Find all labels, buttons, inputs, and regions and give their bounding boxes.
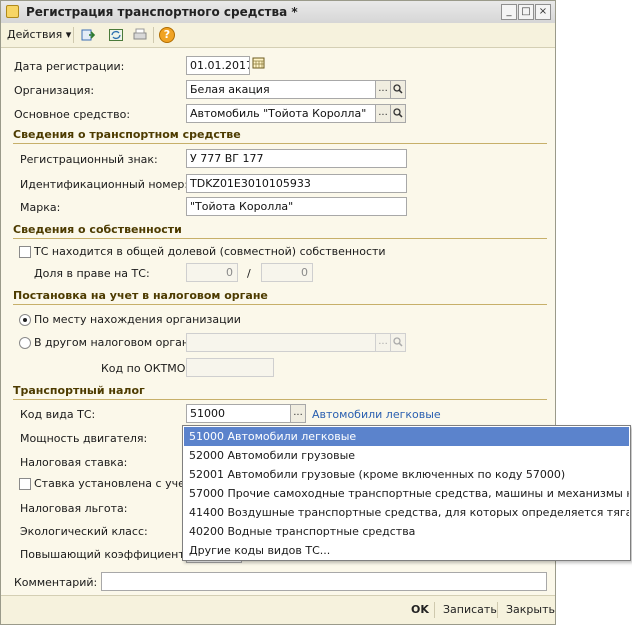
oktmo-input[interactable]: [186, 358, 274, 377]
refresh-icon[interactable]: [108, 27, 124, 43]
fixed-asset-input[interactable]: Автомобиль "Тойота Королла": [186, 104, 376, 123]
organization-input[interactable]: Белая акация: [186, 80, 376, 99]
transport-tax-section-header: Транспортный налог: [13, 384, 547, 400]
vehicle-code-select-button[interactable]: ...: [290, 404, 306, 423]
comment-input[interactable]: [101, 572, 547, 591]
organization-label: Организация:: [14, 84, 95, 97]
engine-power-label: Мощность двигателя:: [20, 432, 148, 445]
button-divider: [434, 602, 435, 618]
vehicle-section-title: Сведения о транспортном средстве: [13, 128, 241, 141]
section-divider: [13, 399, 547, 400]
title-bar: Регистрация транспортного средства * _ □…: [1, 1, 555, 24]
radio-org-location[interactable]: [19, 314, 31, 326]
vin-label: Идентификационный номер:: [20, 178, 189, 191]
button-divider: [497, 602, 498, 618]
help-icon[interactable]: ?: [159, 27, 175, 43]
share-separator: /: [247, 267, 251, 280]
tax-rate-label: Налоговая ставка:: [20, 456, 128, 469]
window-title: Регистрация транспортного средства *: [26, 5, 298, 19]
vehicle-code-label: Код вида ТС:: [20, 408, 96, 421]
actions-menu[interactable]: Действия ▾: [7, 28, 71, 41]
form-icon: [6, 5, 19, 18]
shared-ownership-label: ТС находится в общей долевой (совместной…: [34, 245, 386, 258]
fixed-asset-search-icon[interactable]: [390, 104, 406, 123]
dropdown-item[interactable]: 41400 Воздушные транспортные средства, д…: [184, 503, 629, 522]
ok-button[interactable]: OK: [411, 603, 429, 616]
radio-org-location-label: По месту нахождения организации: [34, 313, 241, 326]
vehicle-code-dropdown: 51000 Автомобили легковые 52000 Автомоби…: [182, 425, 631, 561]
rate-checkbox-label: Ставка установлена с учетом: [34, 477, 207, 490]
oktmo-label: Код по ОКТМО:: [101, 362, 190, 375]
dropdown-item[interactable]: Другие коды видов ТС...: [184, 541, 629, 560]
shared-ownership-checkbox[interactable]: [19, 246, 31, 258]
reg-date-input[interactable]: 01.01.2017: [186, 56, 250, 75]
ownership-section-title: Сведения о собственности: [13, 223, 182, 236]
dropdown-item[interactable]: 51000 Автомобили легковые: [184, 427, 629, 446]
actions-menu-label: Действия: [7, 28, 63, 41]
vehicle-code-link[interactable]: Автомобили легковые: [312, 408, 441, 421]
vin-input[interactable]: TDKZ01E3010105933: [186, 174, 407, 193]
tax-benefit-label: Налоговая льгота:: [20, 502, 128, 515]
save-and-close-icon[interactable]: [80, 27, 96, 43]
maximize-button[interactable]: □: [518, 4, 534, 20]
vehicle-code-input[interactable]: 51000: [186, 404, 291, 423]
rate-checkbox[interactable]: [19, 478, 31, 490]
brand-input[interactable]: "Тойота Королла": [186, 197, 407, 216]
tax-office-section-title: Постановка на учет в налоговом органе: [13, 289, 268, 302]
brand-label: Марка:: [20, 201, 61, 214]
share-label: Доля в праве на ТС:: [34, 267, 150, 280]
transport-tax-section-title: Транспортный налог: [13, 384, 145, 397]
vehicle-section-header: Сведения о транспортном средстве: [13, 128, 547, 144]
organization-select-button[interactable]: ...: [375, 80, 391, 99]
other-office-select-button[interactable]: ...: [375, 333, 391, 352]
comment-label: Комментарий:: [14, 576, 98, 589]
radio-other-office-label: В другом налоговом органе:: [34, 336, 200, 349]
ownership-section-header: Сведения о собственности: [13, 223, 547, 239]
fixed-asset-label: Основное средство:: [14, 108, 131, 121]
dropdown-item[interactable]: 40200 Водные транспортные средства: [184, 522, 629, 541]
share-numerator-input[interactable]: 0: [186, 263, 238, 282]
save-button[interactable]: Записать: [443, 603, 497, 616]
toolbar: Действия ▾ ?: [1, 23, 555, 48]
share-denominator-input[interactable]: 0: [261, 263, 313, 282]
other-office-search-icon[interactable]: [390, 333, 406, 352]
bottom-button-bar: OK Записать Закрыть: [1, 595, 555, 624]
section-divider: [13, 304, 547, 305]
reg-sign-input[interactable]: У 777 ВГ 177: [186, 149, 407, 168]
minimize-button[interactable]: _: [501, 4, 517, 20]
print-icon[interactable]: [132, 27, 148, 43]
dropdown-item[interactable]: 57000 Прочие самоходные транспортные сре…: [184, 484, 629, 503]
toolbar-divider: [73, 27, 74, 43]
reg-date-label: Дата регистрации:: [14, 60, 125, 73]
calendar-icon[interactable]: [250, 56, 266, 75]
tax-office-section-header: Постановка на учет в налоговом органе: [13, 289, 547, 305]
organization-search-icon[interactable]: [390, 80, 406, 99]
fixed-asset-select-button[interactable]: ...: [375, 104, 391, 123]
section-divider: [13, 238, 547, 239]
chevron-down-icon: ▾: [65, 28, 72, 41]
multiplier-label: Повышающий коэффициент:: [20, 548, 189, 561]
section-divider: [13, 143, 547, 144]
close-button[interactable]: Закрыть: [506, 603, 555, 616]
close-window-button[interactable]: ×: [535, 4, 551, 20]
other-office-input[interactable]: [186, 333, 376, 352]
eco-class-label: Экологический класс:: [20, 525, 148, 538]
dropdown-item[interactable]: 52001 Автомобили грузовые (кроме включен…: [184, 465, 629, 484]
radio-other-office[interactable]: [19, 337, 31, 349]
reg-sign-label: Регистрационный знак:: [20, 153, 158, 166]
dropdown-item[interactable]: 52000 Автомобили грузовые: [184, 446, 629, 465]
toolbar-divider: [153, 27, 154, 43]
